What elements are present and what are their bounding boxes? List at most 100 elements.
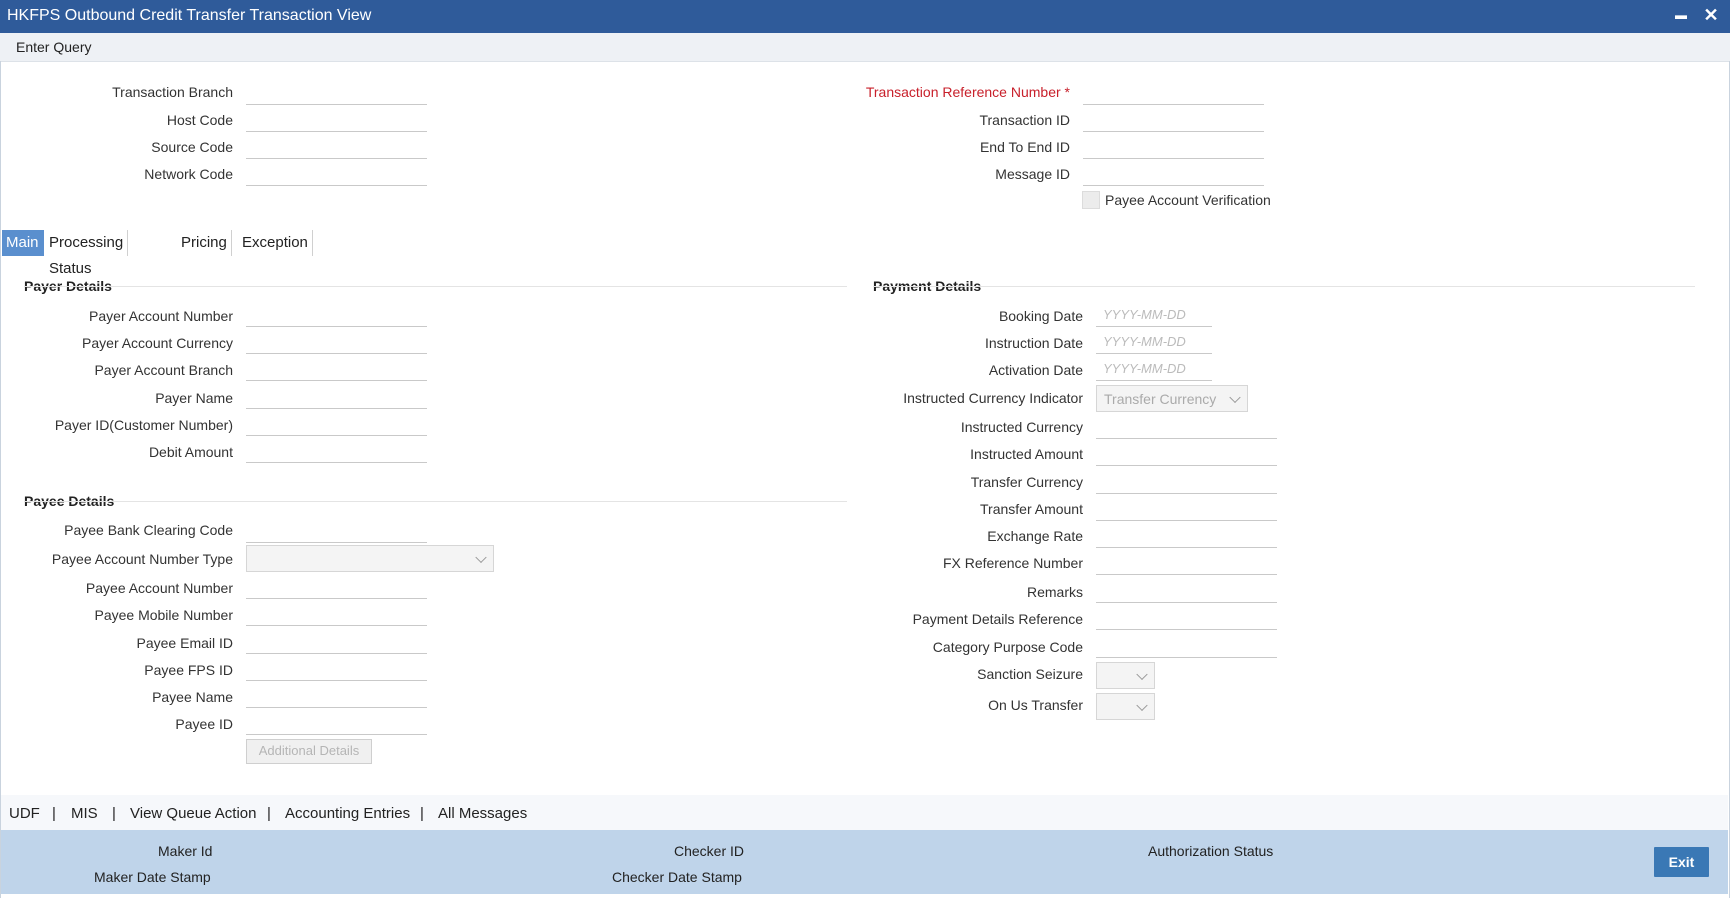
sanction-seizure-label: Sanction Seizure bbox=[977, 666, 1083, 682]
activation-date-field[interactable]: YYYY-MM-DD bbox=[1096, 356, 1212, 381]
payee-id-label: Payee ID bbox=[175, 716, 233, 732]
tab-exception[interactable]: Exception bbox=[238, 230, 313, 256]
payee-id-field[interactable] bbox=[246, 710, 427, 735]
link-separator: | bbox=[420, 805, 424, 822]
payer-account-number-field[interactable] bbox=[246, 302, 427, 327]
payee-account-verification-checkbox[interactable] bbox=[1082, 191, 1100, 209]
message-id-field[interactable] bbox=[1083, 161, 1264, 186]
sanction-seizure-select[interactable] bbox=[1096, 662, 1155, 689]
remarks-label: Remarks bbox=[1026, 584, 1083, 600]
transfer-currency-field[interactable] bbox=[1096, 469, 1277, 494]
instruction-date-placeholder: YYYY-MM-DD bbox=[1103, 334, 1186, 349]
exchange-rate-label: Exchange Rate bbox=[987, 528, 1083, 544]
enter-query-button[interactable]: Enter Query bbox=[16, 39, 91, 55]
instructed-currency-indicator-select[interactable]: Transfer Currency bbox=[1096, 385, 1248, 412]
payee-details-divider bbox=[24, 501, 847, 502]
instructed-currency-indicator-value: Transfer Currency bbox=[1104, 391, 1217, 407]
debit-amount-label: Debit Amount bbox=[148, 444, 233, 460]
all-messages-link[interactable]: All Messages bbox=[438, 805, 527, 822]
fx-reference-number-label: FX Reference Number bbox=[942, 555, 1083, 571]
category-purpose-code-field[interactable] bbox=[1096, 633, 1277, 658]
checker-id-label: Checker ID bbox=[674, 843, 745, 859]
debit-amount-field[interactable] bbox=[246, 438, 427, 463]
payee-fps-id-field[interactable] bbox=[246, 656, 427, 681]
transaction-id-label: Transaction ID bbox=[979, 112, 1070, 128]
payee-account-number-type-select[interactable] bbox=[246, 545, 494, 572]
payer-account-branch-label: Payer Account Branch bbox=[94, 362, 233, 378]
udf-link[interactable]: UDF bbox=[9, 805, 40, 822]
end-to-end-id-label: End To End ID bbox=[979, 139, 1070, 155]
accounting-entries-link[interactable]: Accounting Entries bbox=[285, 805, 410, 822]
payer-name-label: Payer Name bbox=[155, 390, 233, 406]
transfer-amount-label: Transfer Amount bbox=[980, 501, 1083, 517]
booking-date-placeholder: YYYY-MM-DD bbox=[1103, 307, 1186, 322]
transfer-amount-field[interactable] bbox=[1096, 496, 1277, 521]
payer-account-branch-field[interactable] bbox=[246, 356, 427, 381]
payer-name-field[interactable] bbox=[246, 384, 427, 409]
payer-account-currency-label: Payer Account Currency bbox=[82, 335, 233, 351]
end-to-end-id-field[interactable] bbox=[1083, 134, 1264, 159]
tab-processing-status[interactable]: Processing Status bbox=[45, 230, 129, 277]
booking-date-label: Booking Date bbox=[998, 308, 1083, 324]
payee-email-id-field[interactable] bbox=[246, 629, 427, 654]
close-icon[interactable]: ✕ bbox=[1700, 4, 1722, 26]
payee-name-field[interactable] bbox=[246, 683, 427, 708]
booking-date-field[interactable]: YYYY-MM-DD bbox=[1096, 302, 1212, 327]
minimize-icon[interactable]: ▬ bbox=[1670, 4, 1692, 26]
transaction-branch-field[interactable] bbox=[246, 80, 427, 105]
chevron-down-icon bbox=[1136, 699, 1148, 711]
activation-date-label: Activation Date bbox=[988, 362, 1083, 378]
transaction-reference-number-label: Transaction Reference Number * bbox=[865, 84, 1070, 100]
maker-id-label: Maker Id bbox=[158, 843, 213, 859]
instruction-date-label: Instruction Date bbox=[984, 335, 1083, 351]
chevron-down-icon bbox=[1136, 668, 1148, 680]
maker-date-stamp-label: Maker Date Stamp bbox=[94, 869, 211, 885]
tab-pricing[interactable]: Pricing bbox=[177, 230, 232, 256]
chevron-down-icon bbox=[1229, 391, 1241, 403]
remarks-field[interactable] bbox=[1096, 578, 1277, 603]
source-code-field[interactable] bbox=[246, 134, 427, 159]
exchange-rate-field[interactable] bbox=[1096, 523, 1277, 548]
payee-account-number-type-label: Payee Account Number Type bbox=[51, 551, 233, 567]
bottom-links-bar: UDF | MIS | View Queue Action | Accounti… bbox=[1, 795, 1728, 830]
additional-details-button[interactable]: Additional Details bbox=[246, 739, 372, 764]
on-us-transfer-select[interactable] bbox=[1096, 693, 1155, 720]
instructed-currency-indicator-label: Instructed Currency Indicator bbox=[903, 390, 1083, 406]
required-marker: * bbox=[1064, 84, 1070, 100]
host-code-field[interactable] bbox=[246, 107, 427, 132]
payment-details-reference-field[interactable] bbox=[1096, 605, 1277, 630]
network-code-field[interactable] bbox=[246, 161, 427, 186]
transaction-branch-label: Transaction Branch bbox=[112, 84, 233, 100]
fx-reference-number-field[interactable] bbox=[1096, 550, 1277, 575]
checker-date-stamp-label: Checker Date Stamp bbox=[612, 869, 742, 885]
payee-fps-id-label: Payee FPS ID bbox=[144, 662, 233, 678]
payer-account-number-label: Payer Account Number bbox=[89, 308, 233, 324]
payee-account-number-label: Payee Account Number bbox=[85, 580, 233, 596]
link-separator: | bbox=[112, 805, 116, 822]
transaction-reference-number-field[interactable] bbox=[1083, 80, 1264, 105]
payee-name-label: Payee Name bbox=[152, 689, 233, 705]
exit-button[interactable]: Exit bbox=[1654, 847, 1709, 877]
payee-mobile-number-label: Payee Mobile Number bbox=[94, 607, 233, 623]
instructed-amount-field[interactable] bbox=[1096, 441, 1277, 466]
payee-bank-clearing-code-label: Payee Bank Clearing Code bbox=[64, 522, 233, 538]
payment-details-reference-label: Payment Details Reference bbox=[912, 611, 1083, 627]
payment-details-divider bbox=[873, 286, 1695, 287]
mis-link[interactable]: MIS bbox=[71, 805, 98, 822]
payer-id-field[interactable] bbox=[246, 411, 427, 436]
instructed-currency-label: Instructed Currency bbox=[960, 419, 1083, 435]
menu-bar: Enter Query bbox=[0, 33, 1730, 62]
payer-account-currency-field[interactable] bbox=[246, 329, 427, 354]
host-code-label: Host Code bbox=[166, 112, 233, 128]
instructed-currency-field[interactable] bbox=[1096, 414, 1277, 439]
category-purpose-code-label: Category Purpose Code bbox=[932, 639, 1083, 655]
payee-bank-clearing-code-field[interactable] bbox=[246, 518, 427, 543]
payee-account-number-field[interactable] bbox=[246, 574, 427, 599]
audit-footer: Maker Id Maker Date Stamp Checker ID Che… bbox=[1, 830, 1728, 894]
transaction-id-field[interactable] bbox=[1083, 107, 1264, 132]
instruction-date-field[interactable]: YYYY-MM-DD bbox=[1096, 329, 1212, 354]
view-queue-action-link[interactable]: View Queue Action bbox=[130, 805, 256, 822]
tab-main[interactable]: Main bbox=[2, 230, 44, 256]
payee-mobile-number-field[interactable] bbox=[246, 601, 427, 626]
network-code-label: Network Code bbox=[144, 166, 233, 182]
